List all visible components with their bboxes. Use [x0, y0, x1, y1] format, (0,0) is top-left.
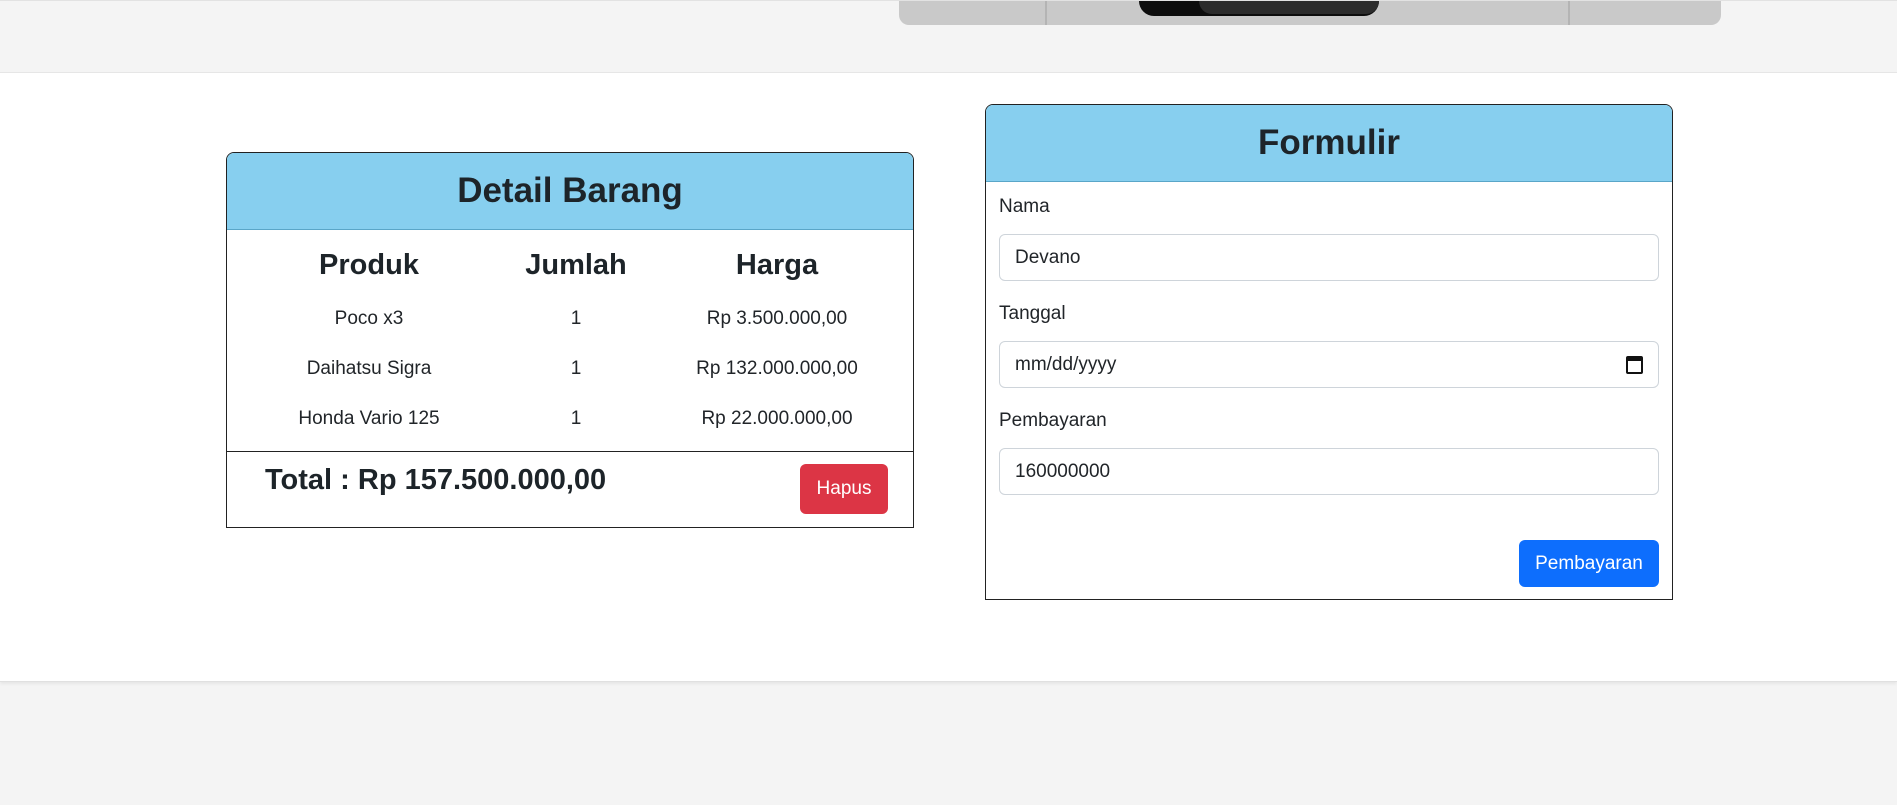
cell-harga: Rp 132.000.000,00 — [696, 358, 858, 379]
formulir-card: Formulir Nama Devano Tanggal mm/dd/yyyy … — [985, 104, 1673, 600]
nama-value: Devano — [1015, 246, 1081, 268]
tanggal-field[interactable]: mm/dd/yyyy — [999, 341, 1659, 388]
table-header-row: Produk Jumlah Harga — [227, 230, 913, 294]
form-body: Nama Devano Tanggal mm/dd/yyyy Pembayara… — [986, 182, 1672, 495]
cell-harga: Rp 22.000.000,00 — [701, 408, 853, 429]
column-header-jumlah: Jumlah — [525, 248, 627, 281]
table-row: Poco x3 1 Rp 3.500.000,00 — [227, 294, 913, 344]
table-row: Daihatsu Sigra 1 Rp 132.000.000,00 — [227, 344, 913, 394]
detail-table: Produk Jumlah Harga Poco x3 1 Rp 3.500.0… — [227, 230, 913, 444]
pembayaran-value: 160000000 — [1015, 460, 1111, 482]
cell-produk: Daihatsu Sigra — [306, 358, 432, 379]
pembayaran-label: Pembayaran — [999, 410, 1107, 431]
detail-card-title: Detail Barang — [457, 171, 683, 210]
form-card-title: Formulir — [1258, 123, 1400, 162]
detail-barang-card: Detail Barang Produk Jumlah Harga Poco x… — [226, 152, 914, 528]
cell-produk: Honda Vario 125 — [298, 408, 440, 429]
total-price: Total : Rp 157.500.000,00 — [265, 464, 607, 496]
hapus-button[interactable]: Hapus — [800, 464, 888, 514]
detail-card-header: Detail Barang — [227, 153, 913, 230]
tanggal-label: Tanggal — [999, 303, 1066, 324]
detail-card-footer: Total : Rp 157.500.000,00 Hapus — [227, 451, 913, 527]
cell-harga: Rp 3.500.000,00 — [706, 308, 848, 329]
pembayaran-field[interactable]: 160000000 — [999, 448, 1659, 495]
pembayaran-submit-button[interactable]: Pembayaran — [1519, 540, 1659, 587]
carousel-divider — [1568, 1, 1570, 25]
table-row: Honda Vario 125 1 Rp 22.000.000,00 — [227, 394, 913, 444]
cell-jumlah: 1 — [570, 308, 582, 329]
carousel-product-image-detail — [1199, 1, 1379, 14]
cell-produk: Poco x3 — [334, 308, 404, 329]
column-header-harga: Harga — [735, 248, 819, 281]
calendar-icon[interactable] — [1626, 355, 1643, 374]
nama-field[interactable]: Devano — [999, 234, 1659, 281]
cell-jumlah: 1 — [570, 408, 582, 429]
top-strip — [0, 0, 1897, 72]
column-header-produk: Produk — [319, 248, 419, 281]
nama-label: Nama — [999, 196, 1050, 217]
form-card-header: Formulir — [986, 105, 1672, 182]
image-carousel-edge — [899, 1, 1721, 25]
tanggal-placeholder: mm/dd/yyyy — [1015, 353, 1117, 375]
carousel-divider — [1045, 1, 1047, 25]
cell-jumlah: 1 — [570, 358, 582, 379]
